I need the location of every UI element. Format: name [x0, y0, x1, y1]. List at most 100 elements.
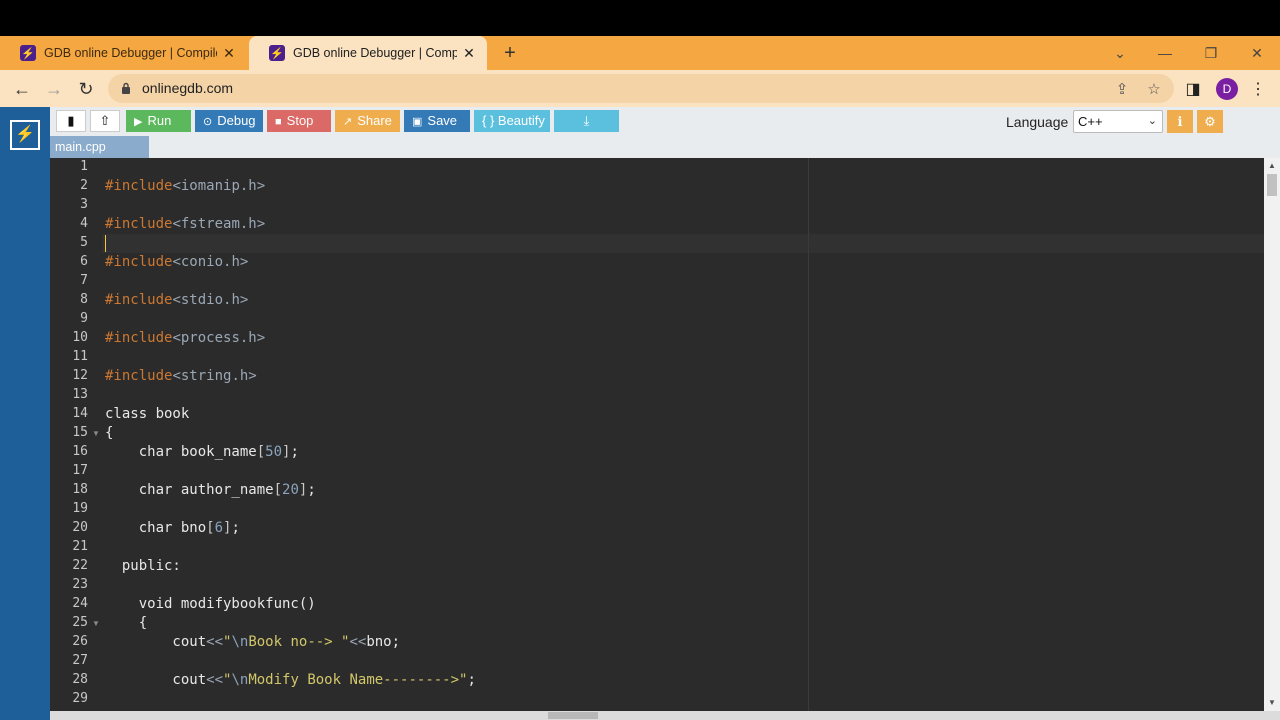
line-number: 22: [72, 558, 88, 573]
code-line: #include<string.h>: [105, 368, 257, 384]
code-line: #include<fstream.h>: [105, 216, 266, 232]
profile-avatar[interactable]: D: [1216, 78, 1238, 100]
browser-tab-2-active[interactable]: ⚡ GDB online Debugger | Compiler ✕: [249, 36, 487, 70]
language-select[interactable]: C++ ⌄: [1073, 110, 1163, 133]
gear-icon[interactable]: ⚙: [1197, 110, 1223, 133]
line-number-gutter: 1 2 3 4 5 6 7 8 9 10 11 12 13 14 15 ▼ 16 17 18 19 20 21 22 23 24…: [50, 158, 102, 711]
browser-menu-icon[interactable]: ⋮: [1249, 79, 1267, 98]
code-line: char book_name[50];: [105, 444, 299, 460]
minimize-icon[interactable]: —: [1157, 45, 1173, 61]
editor-toolbar: ▮ ⇧ ▶ Run ⊙ Debug ■ Stop ↗ Share ▣ Save { } B…: [50, 107, 1280, 136]
code-line: #include<conio.h>: [105, 254, 249, 270]
code-line: #include<stdio.h>: [105, 292, 249, 308]
forward-arrow-icon[interactable]: →: [43, 78, 65, 100]
share-icon: ↗: [343, 116, 353, 128]
tab-search-chevron-icon[interactable]: ⌄: [1112, 45, 1128, 62]
share-button[interactable]: ↗ Share: [335, 110, 400, 132]
url-text: onlinegdb.com: [142, 80, 234, 96]
horizontal-scrollbar[interactable]: [50, 711, 1280, 720]
bookmark-star-icon[interactable]: ☆: [1145, 80, 1163, 98]
close-window-icon[interactable]: ✕: [1249, 45, 1265, 62]
address-bar[interactable]: onlinegdb.com ⇪ ☆: [108, 74, 1174, 103]
browser-tab-1[interactable]: ⚡ GDB online Debugger | Compiler ✕: [0, 36, 247, 70]
code-line: class book: [105, 406, 190, 422]
code-line: {: [105, 425, 114, 441]
lock-icon: [122, 82, 130, 94]
tab-title: GDB online Debugger | Compiler: [44, 46, 217, 60]
code-editor[interactable]: 1 2 3 4 5 6 7 8 9 10 11 12 13 14 15 ▼ 16 17 18 19 20 21 22 23 24…: [50, 158, 1264, 711]
onlinegdb-favicon-icon: ⚡: [269, 45, 285, 61]
line-number: 7: [80, 273, 88, 288]
scrollbar-thumb[interactable]: [548, 712, 598, 719]
print-margin: [808, 158, 809, 711]
debug-button[interactable]: ⊙ Debug: [195, 110, 263, 132]
line-number: 25: [72, 615, 88, 630]
line-number: 12: [72, 368, 88, 383]
onlinegdb-logo-icon[interactable]: ⚡: [10, 120, 40, 150]
upload-icon[interactable]: ⇧: [90, 110, 120, 132]
line-number: 1: [80, 159, 88, 174]
stop-icon: ■: [275, 116, 282, 128]
screen-top-bar: [0, 0, 1280, 36]
scrollbar-thumb[interactable]: [1267, 174, 1277, 196]
reload-icon[interactable]: ↻: [75, 78, 97, 100]
stop-button[interactable]: ■ Stop: [267, 110, 331, 132]
line-number: 13: [72, 387, 88, 402]
line-number: 5: [80, 235, 88, 250]
sidebar: ⚡: [0, 107, 50, 720]
beautify-button[interactable]: { } Beautify: [474, 110, 550, 132]
code-line: {: [105, 615, 148, 631]
line-number: 16: [72, 444, 88, 459]
download-icon: ⤓: [583, 113, 590, 128]
debug-icon: ⊙: [203, 116, 213, 128]
share-page-icon[interactable]: ⇪: [1113, 80, 1131, 98]
info-icon[interactable]: ℹ: [1167, 110, 1193, 133]
line-number: 20: [72, 520, 88, 535]
tab-title: GDB online Debugger | Compiler: [293, 46, 457, 60]
browser-tab-strip: ⚡ GDB online Debugger | Compiler ✕ ⚡ GDB…: [0, 36, 1280, 70]
line-number: 26: [72, 634, 88, 649]
code-line: #include<iomanip.h>: [105, 178, 266, 194]
file-tab-main-cpp[interactable]: main.cpp: [50, 136, 149, 158]
debug-label: Debug: [217, 113, 256, 128]
new-tab-button[interactable]: +: [500, 43, 520, 63]
fold-arrow-icon[interactable]: ▼: [92, 619, 100, 628]
line-number: 18: [72, 482, 88, 497]
scroll-down-icon[interactable]: ▼: [1268, 698, 1276, 707]
line-number: 4: [80, 216, 88, 231]
address-bar-row: ← → ↻ onlinegdb.com ⇪ ☆ ◨ D ⋮: [0, 70, 1280, 107]
code-line: void modifybookfunc(): [105, 596, 316, 612]
new-file-icon[interactable]: ▮: [56, 110, 86, 132]
line-number: 6: [80, 254, 88, 269]
language-label: Language: [1006, 114, 1069, 130]
restore-icon[interactable]: ❐: [1203, 45, 1219, 62]
back-arrow-icon[interactable]: ←: [11, 78, 33, 100]
download-button[interactable]: ⤓: [554, 110, 619, 132]
line-number: 28: [72, 672, 88, 687]
tab-close-icon[interactable]: ✕: [461, 45, 477, 62]
run-button[interactable]: ▶ Run: [126, 110, 191, 132]
vertical-scrollbar[interactable]: ▲ ▼: [1264, 158, 1280, 711]
save-button[interactable]: ▣ Save: [404, 110, 470, 132]
language-value: C++: [1078, 114, 1103, 129]
save-label: Save: [427, 113, 458, 128]
line-number: 3: [80, 197, 88, 212]
code-line: char bno[6];: [105, 520, 240, 536]
text-cursor: [105, 235, 106, 252]
line-number: 27: [72, 653, 88, 668]
chevron-down-icon: ⌄: [1147, 115, 1157, 127]
line-number: 11: [72, 349, 88, 364]
tab-close-icon[interactable]: ✕: [221, 45, 237, 62]
line-number: 21: [72, 539, 88, 554]
line-number: 10: [72, 330, 88, 345]
beautify-label: { } Beautify: [482, 113, 545, 128]
scroll-up-icon[interactable]: ▲: [1268, 161, 1276, 170]
share-label: Share: [357, 113, 392, 128]
side-panel-icon[interactable]: ◨: [1184, 79, 1202, 98]
fold-arrow-icon[interactable]: ▼: [92, 429, 100, 438]
stop-label: Stop: [286, 113, 314, 128]
code-line: #include<process.h>: [105, 330, 266, 346]
onlinegdb-favicon-icon: ⚡: [20, 45, 36, 61]
line-number: 9: [80, 311, 88, 326]
run-label: Run: [147, 113, 172, 128]
